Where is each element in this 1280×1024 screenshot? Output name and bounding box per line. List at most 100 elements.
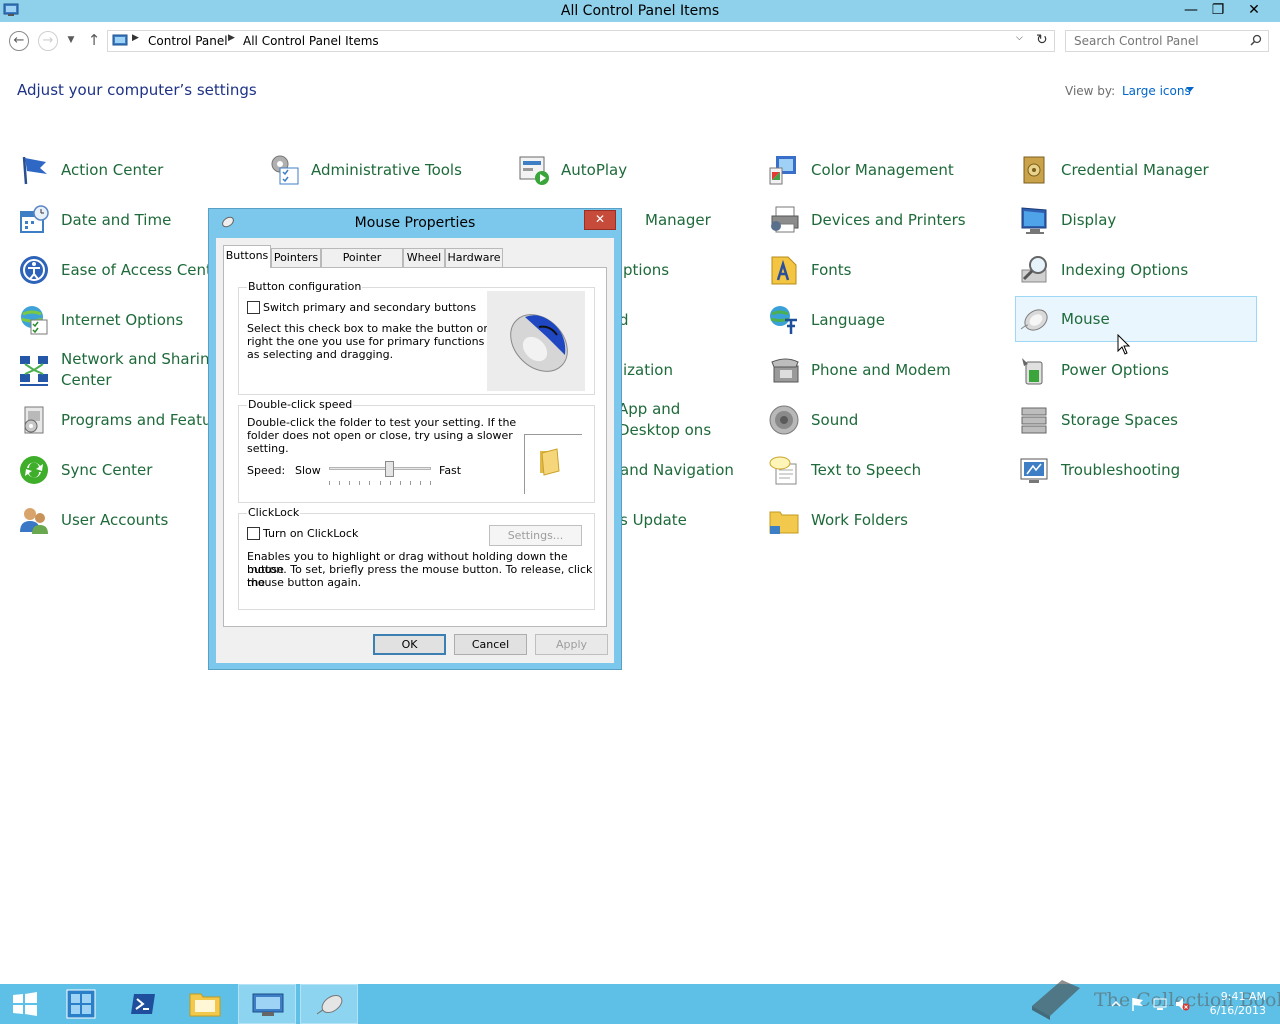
- tab-buttons[interactable]: Buttons: [223, 245, 271, 268]
- ok-button[interactable]: OK: [373, 634, 446, 655]
- address-bar[interactable]: ▶ Control Panel ▶ All Control Panel Item…: [107, 30, 1055, 52]
- switch-buttons-checkbox[interactable]: [247, 301, 260, 314]
- fonts-icon: [771, 256, 797, 285]
- cp-item-storage-spaces[interactable]: Storage Spaces: [1016, 397, 1258, 443]
- cp-item-administrative-tools[interactable]: Administrative Tools: [266, 147, 508, 193]
- slider-tick: [369, 481, 370, 485]
- cp-item-sound[interactable]: Sound: [766, 397, 1008, 443]
- description-line: Select this check box to make the button…: [247, 322, 512, 335]
- mouse-icon: [1020, 309, 1048, 331]
- maximize-button[interactable]: ❐: [1203, 0, 1233, 22]
- cp-item-power-options[interactable]: Power Options: [1016, 347, 1258, 393]
- users-icon: [20, 508, 48, 534]
- cp-item-label: Text to Speech: [811, 461, 922, 479]
- cp-item-indexing-options[interactable]: Indexing Options: [1016, 247, 1258, 293]
- cp-item-language[interactable]: Language: [766, 297, 1008, 343]
- search-icon[interactable]: [1250, 34, 1262, 46]
- breadcrumb-control-panel[interactable]: Control Panel: [148, 34, 228, 48]
- apply-button[interactable]: Apply: [535, 634, 608, 655]
- show-hidden-icons-icon[interactable]: [1108, 996, 1124, 1012]
- slider-tick: [410, 481, 411, 485]
- breadcrumb-all-items[interactable]: All Control Panel Items: [243, 34, 379, 48]
- cp-item-action-center[interactable]: Action Center: [16, 147, 258, 193]
- cp-item-label: Administrative Tools: [311, 161, 462, 179]
- forward-button[interactable]: →: [38, 31, 58, 51]
- cancel-button[interactable]: Cancel: [454, 634, 527, 655]
- cp-item-label: Language: [811, 311, 886, 329]
- network-icon[interactable]: [1152, 996, 1168, 1012]
- taskbar-control-panel[interactable]: [238, 984, 296, 1024]
- checkbox-label: Switch primary and secondary buttons: [263, 301, 477, 314]
- recent-locations-button[interactable]: ▼: [62, 31, 80, 51]
- refresh-icon[interactable]: ↻: [1036, 32, 1048, 48]
- double-click-speed-slider[interactable]: [329, 461, 431, 493]
- clicklock-checkbox[interactable]: [247, 527, 260, 540]
- chevron-down-icon[interactable]: [1186, 87, 1194, 92]
- view-by-label: View by:: [1065, 84, 1116, 98]
- mouse-cursor-icon: [1117, 334, 1131, 355]
- cp-item-phone-modem[interactable]: Phone and Modem: [766, 347, 1008, 393]
- cp-item-devices-printers[interactable]: Devices and Printers: [766, 197, 1008, 243]
- dialog-title: Mouse Properties: [354, 215, 476, 231]
- cp-item-fonts[interactable]: Fonts: [766, 247, 1008, 293]
- breadcrumb-separator[interactable]: ▶: [228, 33, 235, 43]
- description-line: as selecting and dragging.: [247, 348, 394, 361]
- cp-item-credential-manager[interactable]: Credential Manager: [1016, 147, 1258, 193]
- autoplay-icon: [519, 156, 549, 185]
- search-box[interactable]: [1065, 30, 1269, 52]
- folder-icon[interactable]: [189, 991, 221, 1017]
- cp-item-label: Manager: [645, 211, 711, 229]
- system-clock[interactable]: 9:41 AM 6/16/2013: [1206, 990, 1266, 1018]
- up-button[interactable]: ↑: [84, 31, 104, 51]
- taskbar-server-manager[interactable]: [52, 984, 110, 1024]
- folder-icon[interactable]: [537, 447, 565, 477]
- tab-hardware[interactable]: Hardware: [445, 248, 503, 267]
- cp-item-text-to-speech[interactable]: Text to Speech: [766, 447, 1008, 493]
- taskbar-file-explorer[interactable]: [176, 984, 234, 1024]
- search-input[interactable]: [1066, 31, 1246, 51]
- clicklock-settings-button[interactable]: Settings...: [489, 525, 582, 546]
- breadcrumb-separator[interactable]: ▶: [132, 33, 139, 43]
- cp-item-display[interactable]: Display: [1016, 197, 1258, 243]
- network-icon: [20, 356, 48, 386]
- taskbar: [0, 984, 1280, 1024]
- address-dropdown-icon[interactable]: ⌵: [1016, 33, 1023, 43]
- slider-thumb[interactable]: [385, 461, 394, 477]
- windows-logo-icon[interactable]: [12, 992, 38, 1016]
- sync-icon: [20, 456, 48, 484]
- globe-checklist-icon: [21, 306, 48, 335]
- mouse-illustration: [487, 291, 585, 391]
- volume-muted-icon[interactable]: [1174, 996, 1190, 1012]
- taskbar-mouse-properties[interactable]: [300, 984, 358, 1024]
- cp-item-work-folders[interactable]: Work Folders: [766, 497, 1008, 543]
- cp-item-label: and Navigation: [620, 461, 734, 479]
- dialog-close-button[interactable]: ✕: [584, 210, 616, 230]
- tab-wheel[interactable]: Wheel: [403, 248, 445, 267]
- cp-item-label: ization: [623, 361, 673, 379]
- mouse-icon[interactable]: [315, 992, 345, 1018]
- cp-item-color-management[interactable]: Color Management: [766, 147, 1008, 193]
- cp-item-troubleshooting[interactable]: Troubleshooting: [1016, 447, 1258, 493]
- slider-tick: [339, 481, 340, 485]
- description-line: folder does not open or close, try using…: [247, 429, 513, 442]
- start-button[interactable]: [0, 984, 58, 1024]
- tab-pointer-options[interactable]: Pointer Options: [321, 248, 403, 281]
- action-center-flag-icon[interactable]: [1130, 996, 1146, 1012]
- control-panel-icon[interactable]: [252, 993, 284, 1017]
- fast-label: Fast: [439, 464, 462, 477]
- close-button[interactable]: ✕: [1234, 0, 1274, 22]
- server-manager-icon[interactable]: [66, 989, 96, 1019]
- cp-item-label: Internet Options: [61, 311, 184, 329]
- taskbar-powershell[interactable]: [114, 984, 172, 1024]
- powershell-icon[interactable]: [130, 992, 156, 1016]
- cp-item-label: Work Folders: [811, 511, 908, 529]
- test-folder-area[interactable]: [524, 434, 582, 494]
- speech-bubble-icon: [769, 456, 797, 485]
- cp-item-mouse[interactable]: Mouse: [1015, 296, 1257, 342]
- cp-item-autoplay[interactable]: AutoPlay: [516, 147, 758, 193]
- storage-icon: [1021, 407, 1047, 434]
- minimize-button[interactable]: —: [1176, 0, 1206, 22]
- view-by-dropdown[interactable]: Large icons: [1122, 84, 1191, 98]
- tab-pointers[interactable]: Pointers: [271, 248, 321, 267]
- back-button[interactable]: ←: [9, 31, 29, 51]
